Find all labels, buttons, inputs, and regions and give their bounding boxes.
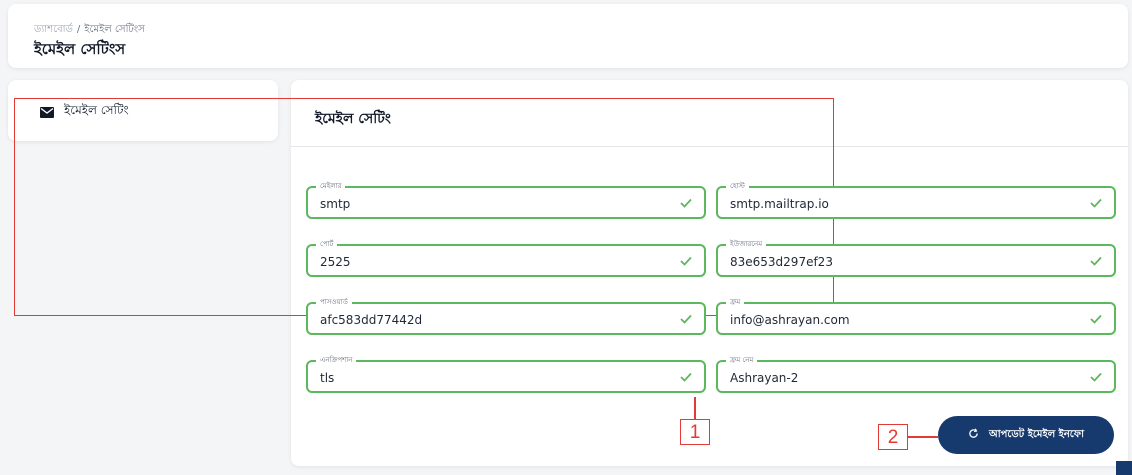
check-icon (1090, 372, 1102, 382)
username-field[interactable]: ইউজারনেম (716, 239, 1116, 277)
update-email-info-button[interactable]: আপডেট ইমেইল ইনফো (938, 416, 1114, 454)
check-icon (680, 372, 692, 382)
check-icon (680, 314, 692, 324)
password-field-label: পাসওয়ার্ড (316, 297, 352, 307)
refresh-icon (968, 428, 979, 442)
check-icon (1090, 198, 1102, 208)
callout-2-number: 2 (878, 424, 908, 450)
from-name-input[interactable] (730, 371, 1070, 385)
from-field[interactable]: ফ্রম (716, 297, 1116, 335)
encryption-input[interactable] (320, 371, 660, 385)
host-input[interactable] (730, 197, 1070, 211)
encryption-field-label: এনক্রিপশান (316, 355, 357, 365)
port-field-label: পোর্ট (316, 239, 338, 249)
corner-decoration (1116, 461, 1132, 475)
page-title: ইমেইল সেটিংস (34, 40, 126, 58)
check-icon (680, 198, 692, 208)
callout-1-number: 1 (680, 419, 710, 445)
password-field[interactable]: পাসওয়ার্ড (306, 297, 706, 335)
mailer-field[interactable]: মেইলার (306, 181, 706, 219)
mailer-field-label: মেইলার (316, 181, 346, 191)
check-icon (1090, 256, 1102, 266)
from-name-field-label: ফ্রম নেম (726, 355, 758, 365)
port-input[interactable] (320, 255, 660, 269)
password-input[interactable] (320, 313, 660, 327)
callout-2-line (908, 436, 938, 438)
host-field[interactable]: হোস্ট (716, 181, 1116, 219)
check-icon (1090, 314, 1102, 324)
breadcrumb: ড্যাশবোর্ড / ইমেইল সেটিংস (34, 22, 145, 39)
from-name-field[interactable]: ফ্রম নেম (716, 355, 1116, 393)
breadcrumb-home-link[interactable]: ড্যাশবোর্ড (34, 24, 73, 35)
update-button-label: আপডেট ইমেইল ইনফো (988, 428, 1085, 440)
port-field[interactable]: পোর্ট (306, 239, 706, 277)
breadcrumb-separator: / (76, 24, 81, 35)
host-field-label: হোস্ট (726, 181, 749, 191)
check-icon (680, 256, 692, 266)
username-input[interactable] (730, 255, 1070, 269)
from-field-label: ফ্রম (726, 297, 745, 307)
username-field-label: ইউজারনেম (726, 239, 767, 249)
from-input[interactable] (730, 313, 1070, 327)
callout-1-line (694, 397, 696, 419)
breadcrumb-current: ইমেইল সেটিংস (84, 24, 145, 35)
page-header: ড্যাশবোর্ড / ইমেইল সেটিংস ইমেইল সেটিংস (8, 4, 1128, 68)
encryption-field[interactable]: এনক্রিপশান (306, 355, 706, 393)
mailer-input[interactable] (320, 197, 660, 211)
